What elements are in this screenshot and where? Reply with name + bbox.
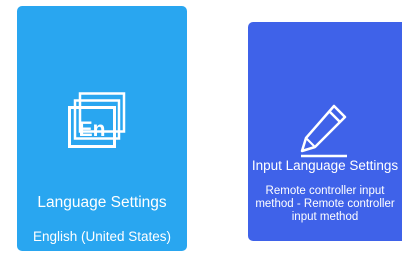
language-settings-card[interactable]: En Language Settings English (United Sta…	[17, 6, 187, 251]
language-settings-value: English (United States)	[32, 229, 172, 244]
input-method-value: Remote controller input method - Remote …	[255, 185, 395, 223]
svg-text:En: En	[79, 118, 106, 141]
pencil-icon	[299, 102, 351, 160]
language-en-icon: En	[67, 92, 137, 152]
language-settings-title: Language Settings	[37, 194, 167, 211]
input-language-settings-title: Input Language Settings	[251, 158, 399, 173]
settings-stage: En Language Settings English (United Sta…	[0, 0, 402, 253]
input-language-settings-card[interactable]: Input Language Settings Remote controlle…	[248, 22, 402, 241]
